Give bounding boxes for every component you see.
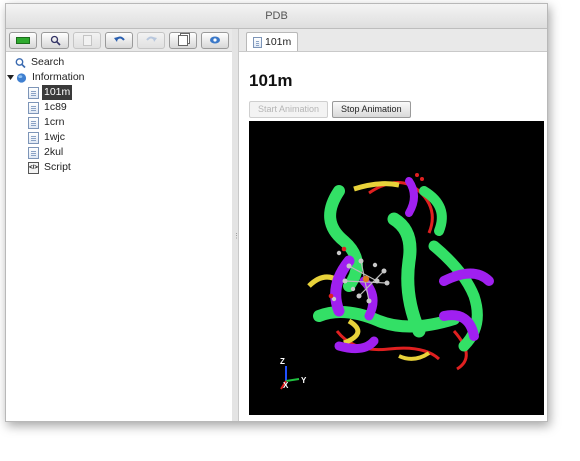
collapse-button[interactable] [9, 31, 37, 49]
document-icon [253, 36, 262, 48]
tab-101m[interactable]: 101m [246, 32, 299, 51]
document-icon [28, 146, 39, 159]
redo-button[interactable] [137, 31, 165, 49]
new-document-button[interactable] [73, 31, 101, 49]
tree-item-label: 2kul [44, 146, 64, 158]
axis-x-label: X [283, 381, 289, 390]
window-title: PDB [6, 4, 547, 29]
tree-item-label: 1c89 [44, 101, 67, 113]
document-title: 101m [249, 71, 293, 90]
tab-label: 101m [265, 36, 292, 48]
tree-item-search[interactable]: Search [6, 55, 232, 70]
animation-controls: Start Animation Stop Animation [249, 101, 411, 118]
molecule-viewer[interactable]: Z X Y [249, 121, 544, 415]
tree-item-label: Information [32, 71, 85, 83]
view-icon [210, 36, 220, 44]
project-tree: Search Information 101m 1c89 1crn 1wjc 2… [6, 52, 232, 175]
script-icon: </> [28, 161, 39, 174]
tree-item-101m[interactable]: 101m [6, 85, 232, 100]
redo-icon [145, 36, 157, 42]
splitter-grip-icon[interactable]: ⋮ [233, 233, 240, 240]
minus-icon [16, 36, 30, 44]
protein-ribbon-render[interactable]: Z X Y [249, 121, 544, 415]
tree-item-label: Script [44, 161, 71, 173]
start-animation-button[interactable]: Start Animation [249, 101, 329, 118]
tree-item-1c89[interactable]: 1c89 [6, 100, 232, 115]
tree-item-label: Search [31, 56, 65, 68]
axis-z-label: Z [280, 357, 285, 366]
stop-animation-button[interactable]: Stop Animation [332, 101, 411, 118]
tab-strip: 101m [239, 29, 547, 52]
information-globe-icon [16, 72, 27, 83]
tree-item-label: 1wjc [44, 131, 66, 143]
document-icon [28, 131, 39, 144]
pdb-window: PDB Search Information 101m 1c89 1crn 1w… [5, 3, 548, 422]
panel-splitter[interactable]: ⋮ [232, 29, 240, 421]
copy-icon [178, 34, 188, 46]
copy-button[interactable] [169, 31, 197, 49]
search-icon [15, 57, 26, 68]
axis-y-label: Y [301, 376, 307, 385]
document-icon [82, 34, 92, 46]
view-button[interactable] [201, 31, 229, 49]
document-icon [28, 116, 39, 129]
tree-item-1crn[interactable]: 1crn [6, 115, 232, 130]
expand-arrow-icon[interactable] [7, 74, 15, 82]
tree-item-script[interactable]: </> Script [6, 160, 232, 175]
search-icon [50, 35, 61, 46]
toolbar [6, 29, 232, 52]
undo-icon [113, 36, 125, 42]
document-icon [28, 86, 39, 99]
document-icon [28, 101, 39, 114]
undo-button[interactable] [105, 31, 133, 49]
tree-item-2kul[interactable]: 2kul [6, 145, 232, 160]
tree-item-information[interactable]: Information [6, 70, 232, 85]
tree-item-label: 101m [42, 85, 73, 100]
tree-item-label: 1crn [44, 116, 65, 128]
left-panel: Search Information 101m 1c89 1crn 1wjc 2… [6, 29, 233, 421]
right-panel: 101m 101m Start Animation Stop Animation [239, 29, 547, 421]
tree-item-1wjc[interactable]: 1wjc [6, 130, 232, 145]
search-button[interactable] [41, 31, 69, 49]
